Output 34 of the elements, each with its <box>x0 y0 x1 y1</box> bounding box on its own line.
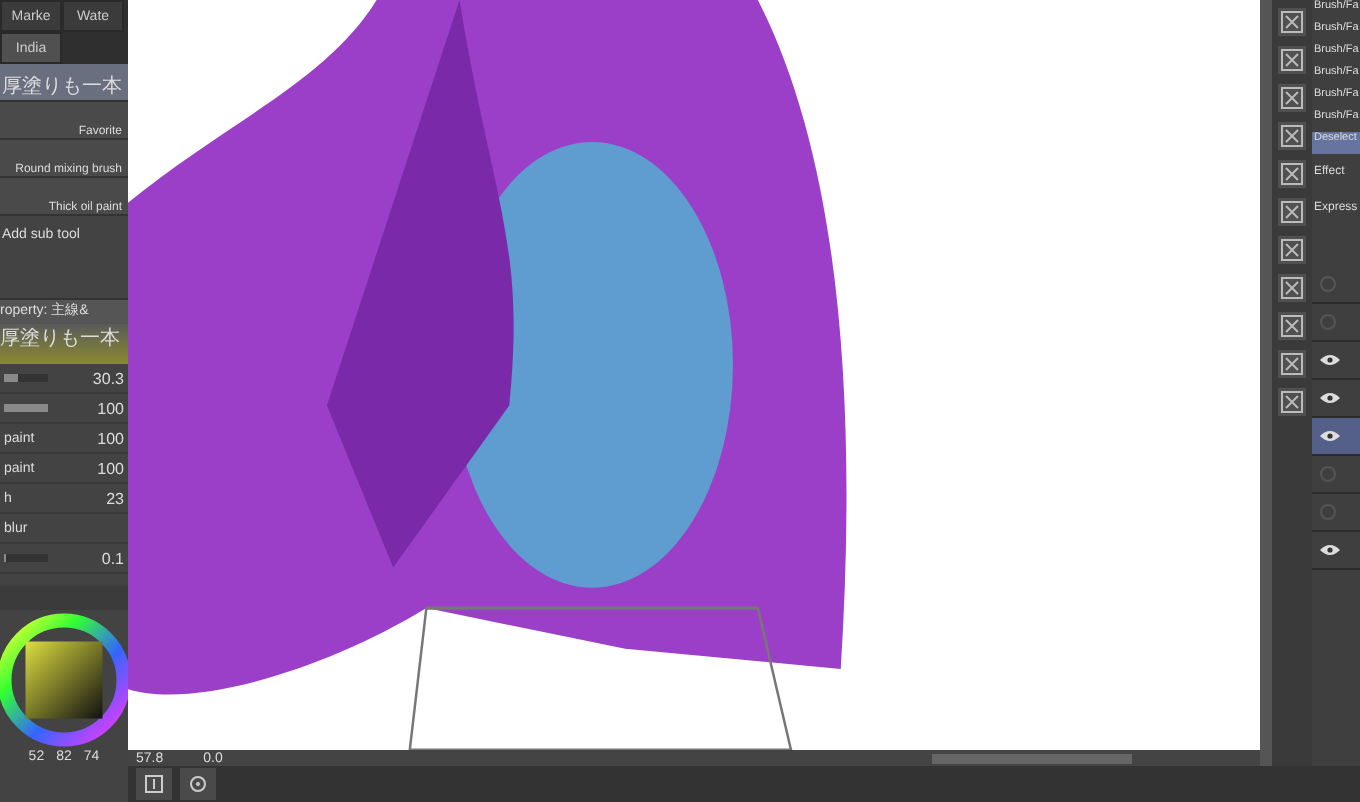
layer-row[interactable] <box>1312 418 1360 456</box>
command-icon[interactable] <box>1278 84 1306 112</box>
command-icon[interactable] <box>1278 236 1306 264</box>
toolbar-button[interactable] <box>136 768 172 800</box>
vertical-scrollbar[interactable] <box>1260 0 1272 766</box>
horizontal-scrollbar[interactable] <box>932 753 1132 763</box>
command-icon[interactable] <box>1278 388 1306 416</box>
eye-icon[interactable] <box>1320 430 1340 442</box>
target-icon <box>188 774 208 794</box>
param-value[interactable]: 0.1 <box>101 549 124 567</box>
param-value[interactable]: 23 <box>106 489 124 507</box>
brush-preview: 厚塗りも一本 <box>0 324 128 364</box>
param-value[interactable]: 100 <box>97 399 124 417</box>
command-icon[interactable] <box>1278 198 1306 226</box>
command-icon[interactable] <box>1278 46 1306 74</box>
eye-icon[interactable] <box>1320 544 1340 556</box>
eye-icon[interactable] <box>1320 392 1340 404</box>
param-slider[interactable] <box>4 404 48 412</box>
param-value[interactable]: 30.3 <box>92 369 124 387</box>
resize-icon <box>144 774 164 794</box>
command-icon[interactable] <box>1278 160 1306 188</box>
color-wheel[interactable] <box>0 610 128 750</box>
command-icon[interactable] <box>1278 350 1306 378</box>
command-icon[interactable] <box>1278 8 1306 36</box>
param-value[interactable]: 100 <box>97 429 124 447</box>
toolbar-button[interactable] <box>180 768 216 800</box>
brush-item[interactable]: 厚塗りも一本 <box>0 64 128 102</box>
eye-icon[interactable] <box>1320 354 1340 366</box>
command-icon[interactable] <box>1278 274 1306 302</box>
param-value[interactable]: 100 <box>97 459 124 477</box>
canvas[interactable] <box>128 0 1260 750</box>
command-icon[interactable] <box>1278 122 1306 150</box>
param-slider[interactable] <box>4 374 48 382</box>
command-icon[interactable] <box>1278 312 1306 340</box>
